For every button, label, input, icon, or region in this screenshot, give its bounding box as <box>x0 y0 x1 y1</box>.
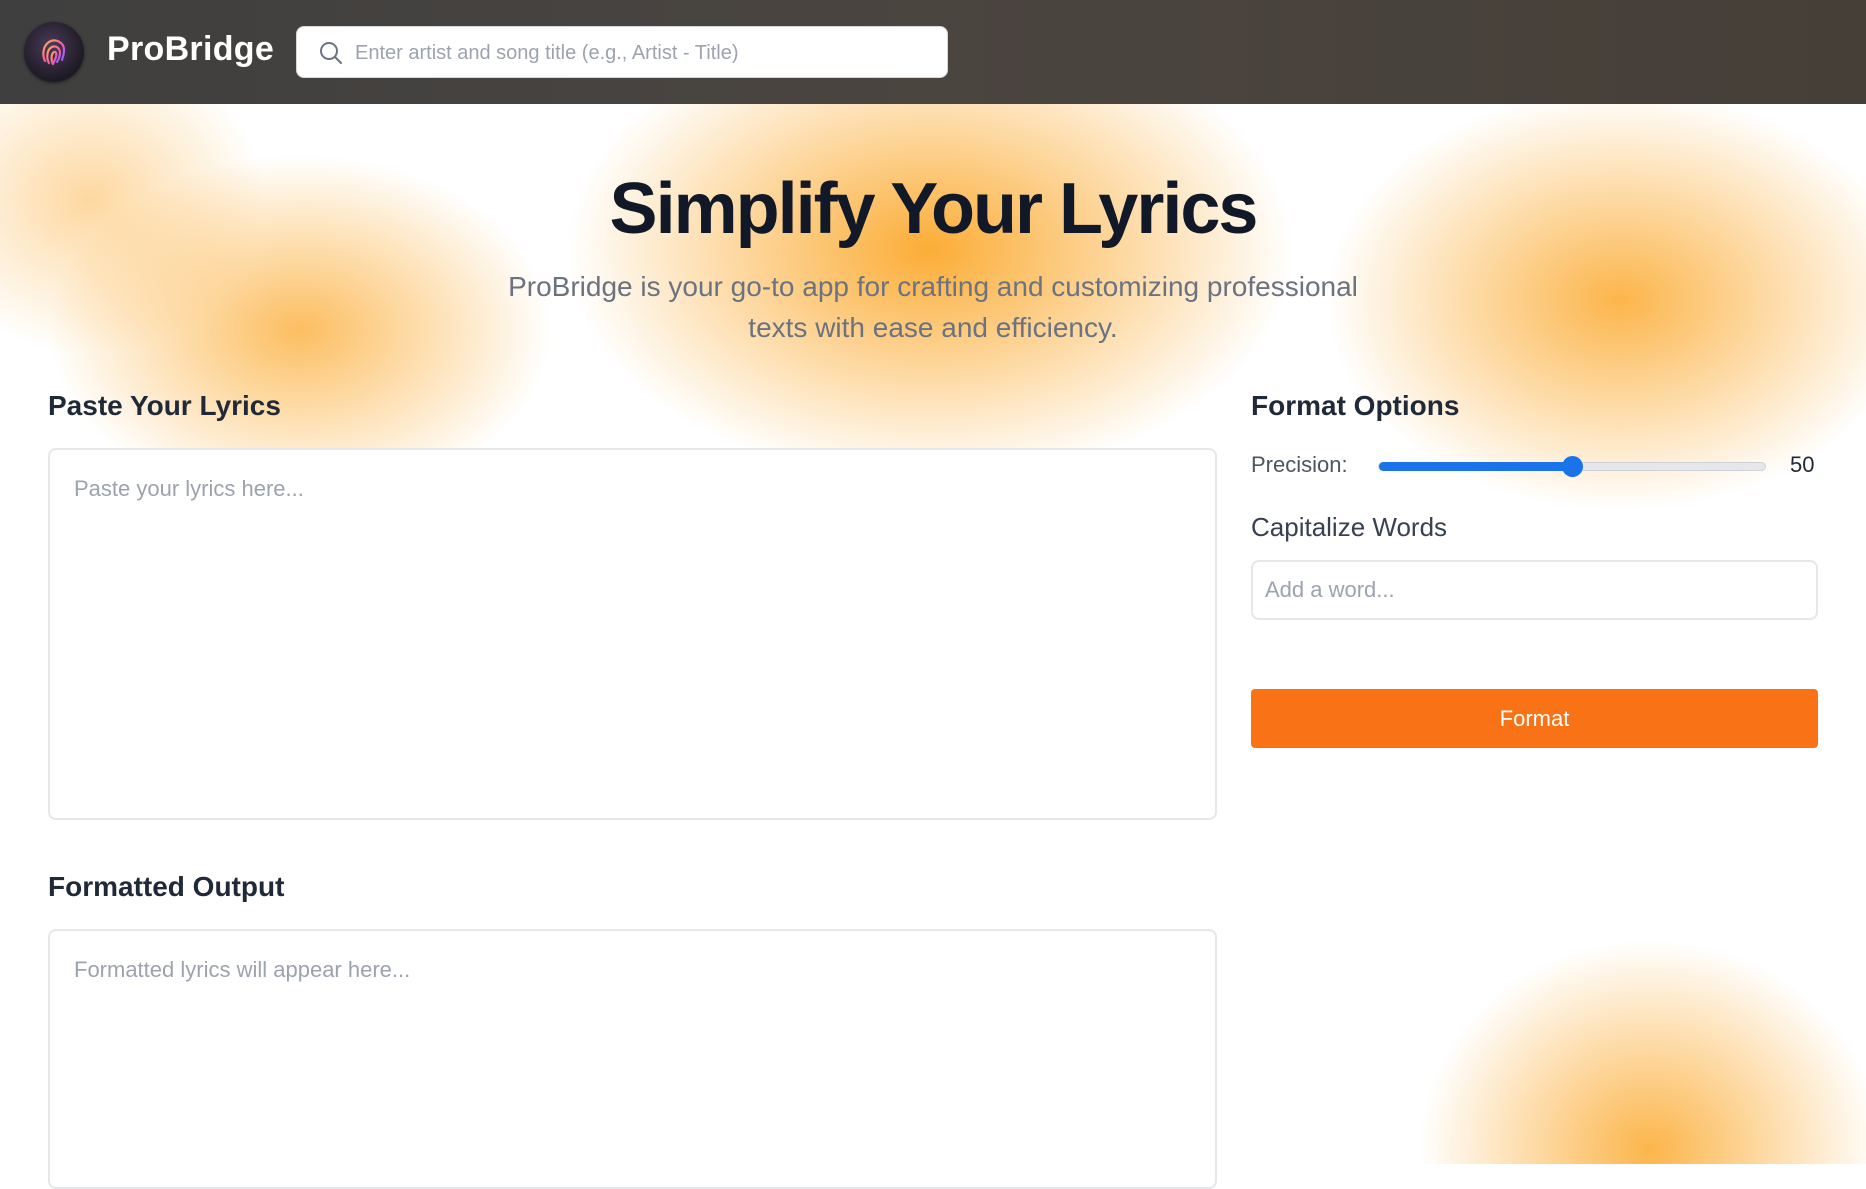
subtitle-line-1: ProBridge is your go-to app for crafting… <box>508 271 1358 302</box>
search-bar[interactable] <box>296 26 948 79</box>
format-options-label: Format Options <box>1251 390 1460 421</box>
top-navbar: ProBridge <box>0 0 1866 104</box>
page-title: Simplify Your Lyrics <box>609 169 1259 249</box>
output-textarea[interactable] <box>48 929 1217 1189</box>
precision-slider-thumb[interactable] <box>1562 456 1583 477</box>
lyrics-textarea[interactable] <box>48 448 1217 820</box>
precision-label: Precision: <box>1251 452 1348 477</box>
precision-slider-fill <box>1379 462 1572 471</box>
lyrics-input-label: Paste Your Lyrics <box>48 390 281 421</box>
capitalize-words-label: Capitalize Words <box>1251 512 1448 542</box>
page-subtitle: ProBridge is your go-to app for crafting… <box>453 266 1413 348</box>
search-icon <box>320 42 342 64</box>
brand-name[interactable]: ProBridge <box>107 30 274 69</box>
output-label: Formatted Output <box>48 871 285 902</box>
format-button[interactable]: Format <box>1251 689 1818 748</box>
add-word-input[interactable] <box>1251 560 1818 620</box>
subtitle-line-2: texts with ease and efficiency. <box>748 312 1118 343</box>
fingerprint-icon[interactable] <box>24 22 84 82</box>
precision-value: 50 <box>1790 452 1815 477</box>
precision-slider[interactable] <box>1378 456 1766 477</box>
search-input[interactable] <box>353 27 937 79</box>
